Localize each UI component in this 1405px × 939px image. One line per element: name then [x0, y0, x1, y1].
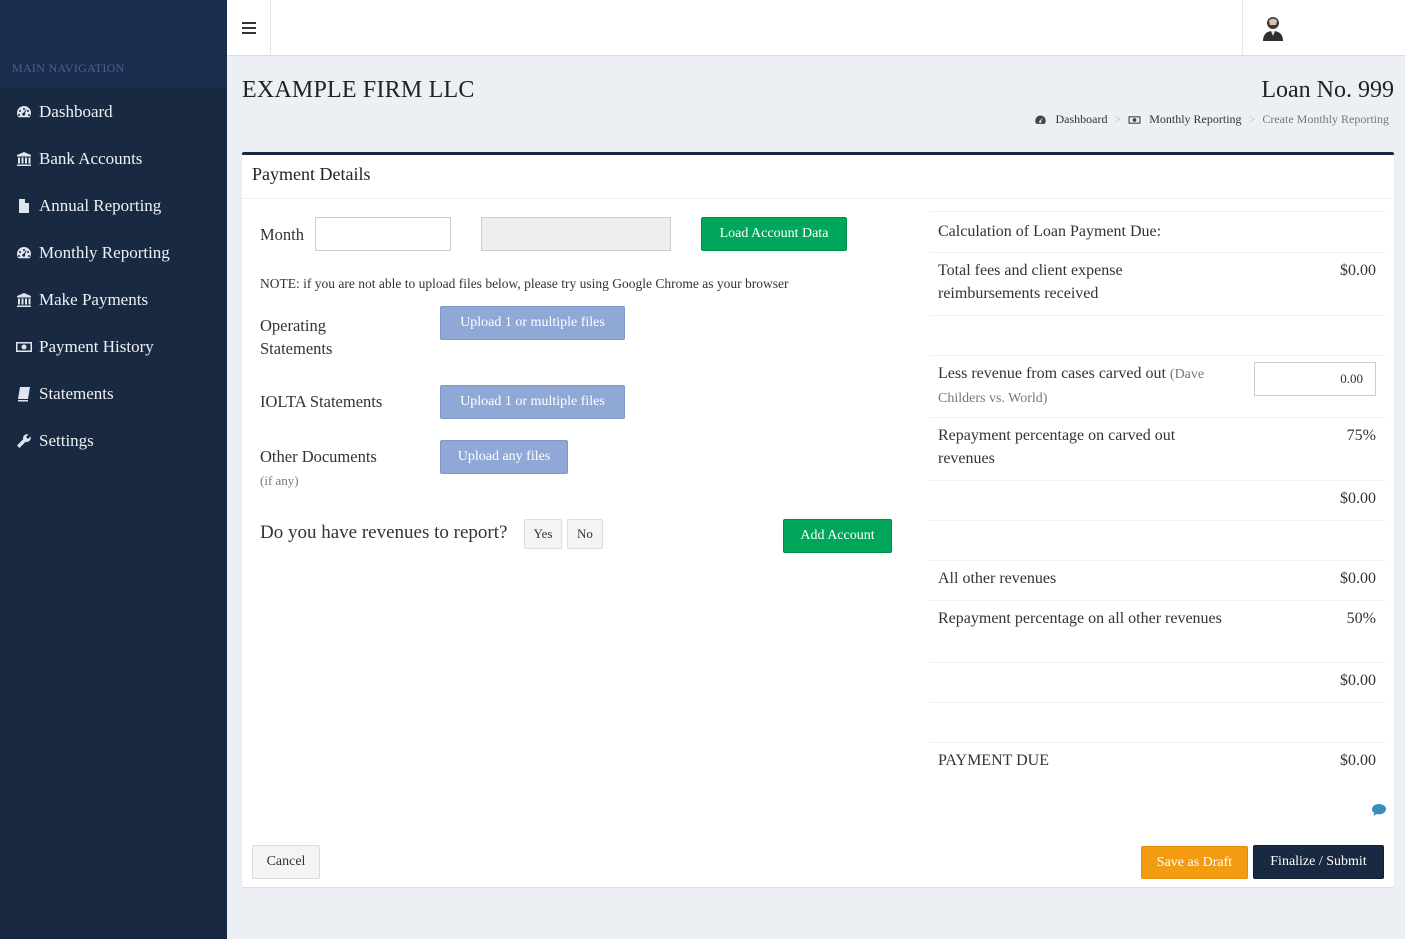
sidebar-item-label: Monthly Reporting [39, 242, 170, 262]
sidebar-item-payment-history[interactable]: Payment History [0, 323, 227, 370]
payment-due-value: $0.00 [1340, 752, 1376, 769]
sidebar-item-label: Payment History [39, 336, 154, 356]
sidebar-item-monthly-reporting[interactable]: Monthly Reporting [0, 229, 227, 276]
payment-due-label: PAYMENT DUE [938, 752, 1049, 769]
calc-row-spacer [930, 315, 1385, 355]
sidebar: MAIN NAVIGATION Dashboard Bank Accounts … [0, 0, 227, 939]
firm-name: EXAMPLE FIRM LLC [242, 77, 475, 103]
divider [242, 198, 1394, 199]
sidebar-item-label: Dashboard [39, 101, 113, 121]
loan-payment-calculation: Calculation of Loan Payment Due: Total f… [930, 211, 1385, 782]
operating-statements-label: Operating Statements [260, 316, 333, 358]
calc-title-row: Calculation of Loan Payment Due: [930, 211, 1385, 252]
carved-out-revenue-input[interactable]: 0.00 [1254, 362, 1376, 396]
revenues-question: Do you have revenues to report? [260, 522, 508, 543]
less-revenue-text: Less revenue from cases carved out [938, 365, 1166, 382]
calc-row-carved-subtotal: $0.00 [930, 480, 1385, 520]
box-title: Payment Details [252, 164, 371, 184]
top-navbar [227, 0, 1405, 56]
browser-note: NOTE: if you are not able to upload file… [260, 276, 789, 291]
calc-row-other-subtotal: $0.00 [930, 662, 1385, 702]
breadcrumb: Dashboard > Monthly Reporting > Create M… [1034, 112, 1389, 127]
file-icon [15, 198, 33, 214]
user-menu[interactable] [1242, 0, 1405, 56]
repay-carved-value: 75% [1346, 427, 1376, 444]
calc-row-other-revenues: All other revenues $0.00 [930, 560, 1385, 600]
sidebar-item-make-payments[interactable]: Make Payments [0, 276, 227, 323]
sidebar-item-label: Annual Reporting [39, 195, 162, 215]
sidebar-item-settings[interactable]: Settings [0, 417, 227, 464]
save-as-draft-button[interactable]: Save as Draft [1141, 846, 1248, 879]
repay-other-value: 50% [1346, 610, 1376, 627]
calc-row-payment-due: PAYMENT DUE $0.00 [930, 742, 1385, 782]
cancel-button[interactable]: Cancel [252, 845, 320, 879]
other-documents-sublabel: (if any) [260, 473, 299, 488]
repay-carved-label: Repayment percentage on carved out reven… [938, 427, 1176, 467]
other-subtotal-value: $0.00 [1340, 672, 1376, 689]
revenues-yes-button[interactable]: Yes [524, 519, 562, 549]
book-icon [15, 386, 33, 402]
total-fees-value: $0.00 [1340, 262, 1376, 279]
breadcrumb-current: Create Monthly Reporting [1262, 112, 1389, 126]
avatar [1263, 17, 1283, 41]
month-display-field [481, 217, 671, 251]
sidebar-item-statements[interactable]: Statements [0, 370, 227, 417]
main-navigation-header: MAIN NAVIGATION [12, 61, 125, 75]
sidebar-header: MAIN NAVIGATION [0, 0, 227, 88]
month-label: Month [260, 225, 305, 244]
calc-row-spacer [930, 520, 1385, 560]
sidebar-toggle-button[interactable] [227, 0, 271, 56]
other-revenues-value: $0.00 [1340, 570, 1376, 587]
breadcrumb-dashboard[interactable]: Dashboard [1034, 112, 1107, 127]
repay-other-label: Repayment percentage on all other revenu… [938, 610, 1222, 627]
sidebar-item-annual-reporting[interactable]: Annual Reporting [0, 182, 227, 229]
add-account-button[interactable]: Add Account [783, 519, 892, 553]
breadcrumb-separator: > [1248, 112, 1256, 126]
hamburger-icon [241, 22, 256, 34]
calc-row-repay-other: Repayment percentage on all other revenu… [930, 600, 1385, 662]
other-documents-label: Other Documents [260, 447, 377, 466]
calc-row-less-revenue: Less revenue from cases carved out (Dave… [930, 355, 1385, 417]
dashboard-icon [15, 245, 33, 261]
bank-icon [15, 292, 33, 308]
calc-title: Calculation of Loan Payment Due: [938, 223, 1162, 240]
bank-icon [15, 151, 33, 167]
sidebar-item-label: Bank Accounts [39, 148, 143, 168]
wrench-icon [15, 433, 33, 449]
sidebar-item-bank-accounts[interactable]: Bank Accounts [0, 135, 227, 182]
revenues-no-button[interactable]: No [567, 519, 603, 549]
other-revenues-label: All other revenues [938, 570, 1057, 587]
less-revenue-label: Less revenue from cases carved out (Dave… [938, 362, 1228, 410]
total-fees-label: Total fees and client expense reimbursem… [938, 262, 1123, 302]
sidebar-item-dashboard[interactable]: Dashboard [0, 88, 227, 135]
sidebar-item-label: Settings [39, 430, 94, 450]
sidebar-item-label: Make Payments [39, 289, 149, 309]
comment-icon[interactable] [1371, 803, 1387, 817]
dashboard-icon [15, 104, 33, 120]
sidebar-item-label: Statements [39, 383, 114, 403]
calc-row-spacer [930, 702, 1385, 742]
loan-number: Loan No. 999 [1261, 77, 1394, 103]
load-account-data-button[interactable]: Load Account Data [701, 217, 847, 251]
breadcrumb-separator: > [1114, 112, 1122, 126]
money-icon [15, 339, 33, 355]
month-input[interactable] [315, 217, 451, 251]
breadcrumb-monthly-reporting[interactable]: Monthly Reporting [1128, 112, 1242, 127]
breadcrumb-label: Dashboard [1055, 112, 1108, 126]
calc-row-total-fees: Total fees and client expense reimbursem… [930, 252, 1385, 315]
dashboard-icon [1035, 115, 1047, 124]
money-icon [1128, 115, 1141, 124]
upload-iolta-statements-button[interactable]: Upload 1 or multiple files [440, 385, 625, 419]
breadcrumb-label: Monthly Reporting [1149, 112, 1242, 126]
finalize-submit-button[interactable]: Finalize / Submit [1253, 845, 1384, 879]
calc-row-repay-carved: Repayment percentage on carved out reven… [930, 417, 1385, 480]
carved-subtotal-value: $0.00 [1340, 490, 1376, 507]
sidebar-menu: Dashboard Bank Accounts Annual Reporting… [0, 88, 227, 464]
iolta-statements-label: IOLTA Statements [260, 392, 383, 411]
upload-other-documents-button[interactable]: Upload any files [440, 440, 568, 474]
payment-details-box: Payment Details Month Load Account Data … [242, 152, 1394, 887]
upload-operating-statements-button[interactable]: Upload 1 or multiple files [440, 306, 625, 340]
